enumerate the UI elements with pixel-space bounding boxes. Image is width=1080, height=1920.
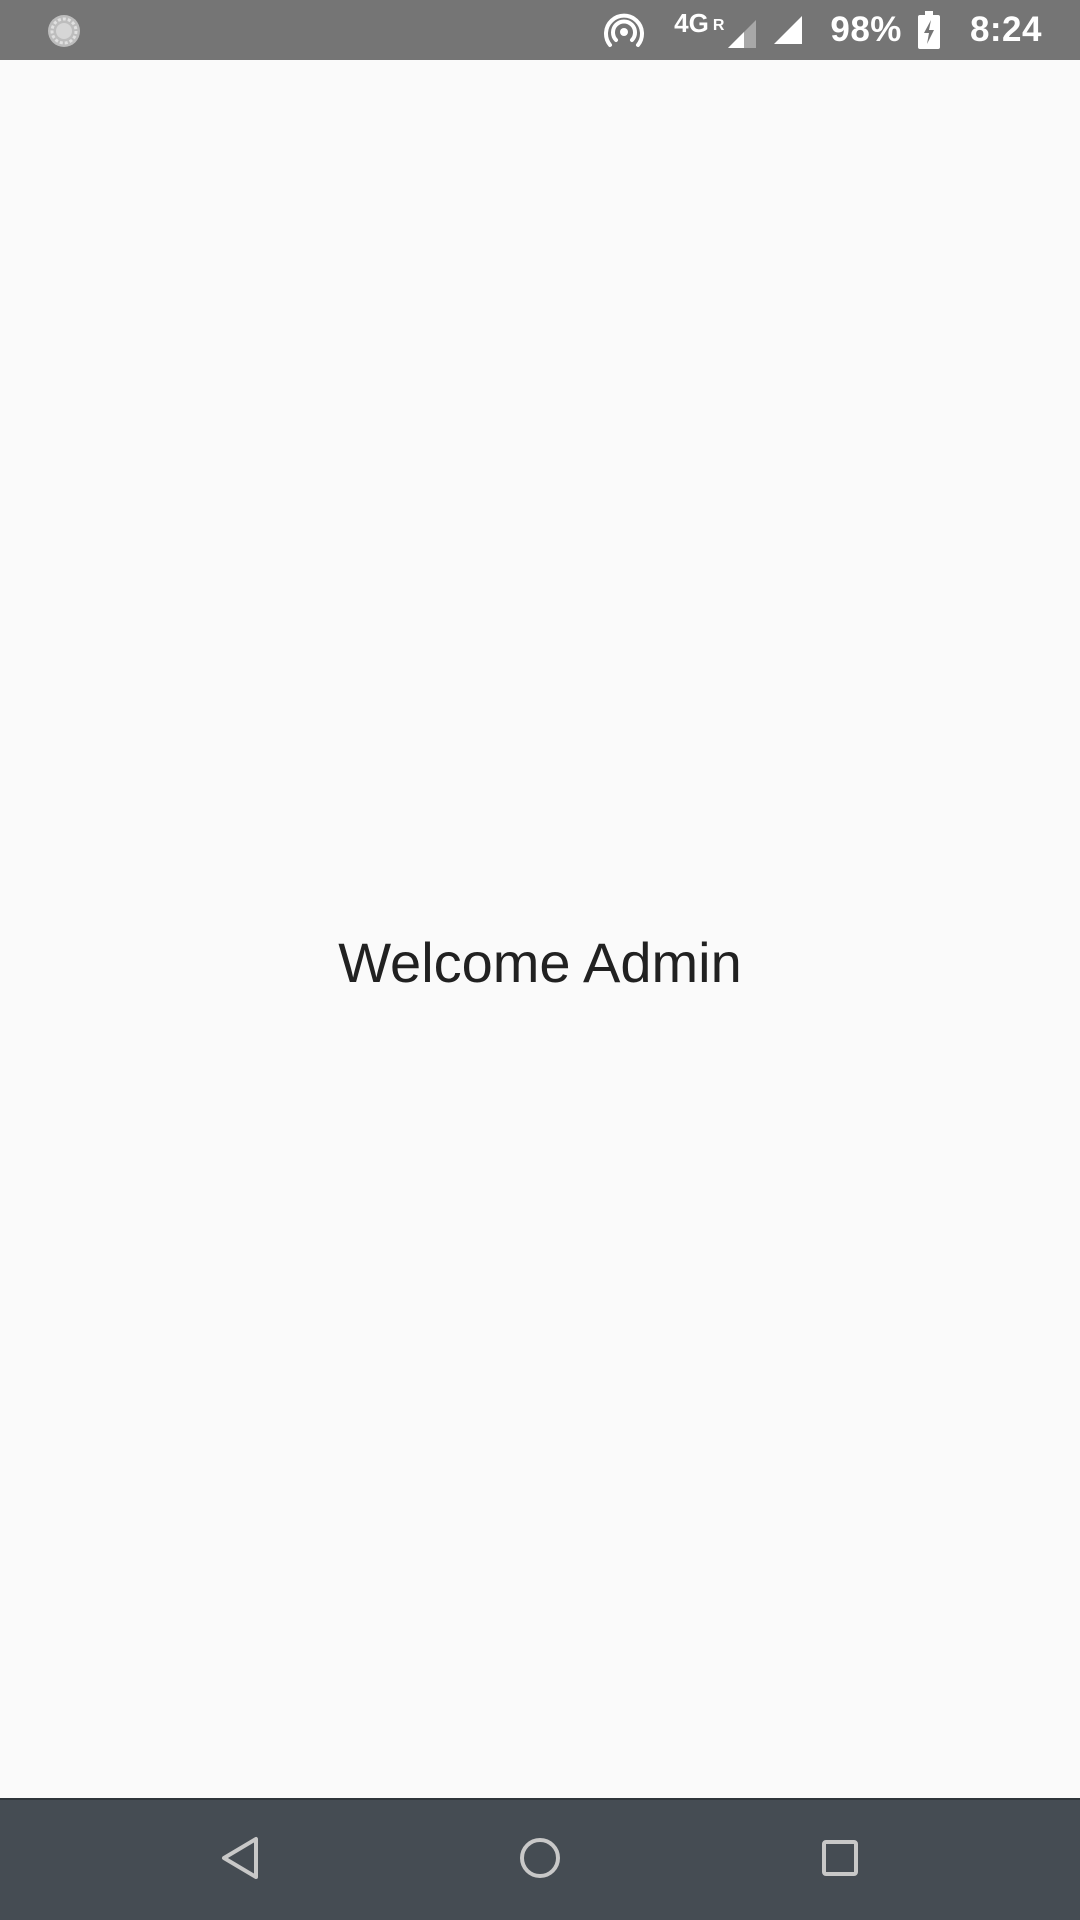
home-icon [518,1836,562,1885]
mobile-network: 4G R [674,8,758,52]
roaming-label: R [712,17,725,34]
battery-charging-icon [917,11,940,49]
screen: 4G R 98% 8:24 Welcome Admin [0,0,1080,1920]
network-type-label: 4G [674,8,709,38]
status-icons: 4G R 98% 8:24 [602,0,1042,60]
status-bar: 4G R 98% 8:24 [0,0,1080,60]
back-icon [218,1834,262,1887]
back-button[interactable] [198,1818,282,1902]
loading-icon [46,13,82,49]
navigation-bar [0,1798,1080,1920]
hotspot-icon [602,8,646,52]
battery-percent: 98% [830,10,902,49]
signal-icon [772,14,804,46]
recents-button[interactable] [798,1818,882,1902]
clock: 8:24 [969,10,1042,49]
recents-icon [820,1838,860,1883]
welcome-message: Welcome Admin [338,931,742,994]
main-content: Welcome Admin [0,60,1080,1798]
signal-roaming-icon [726,18,758,50]
home-button[interactable] [498,1818,582,1902]
